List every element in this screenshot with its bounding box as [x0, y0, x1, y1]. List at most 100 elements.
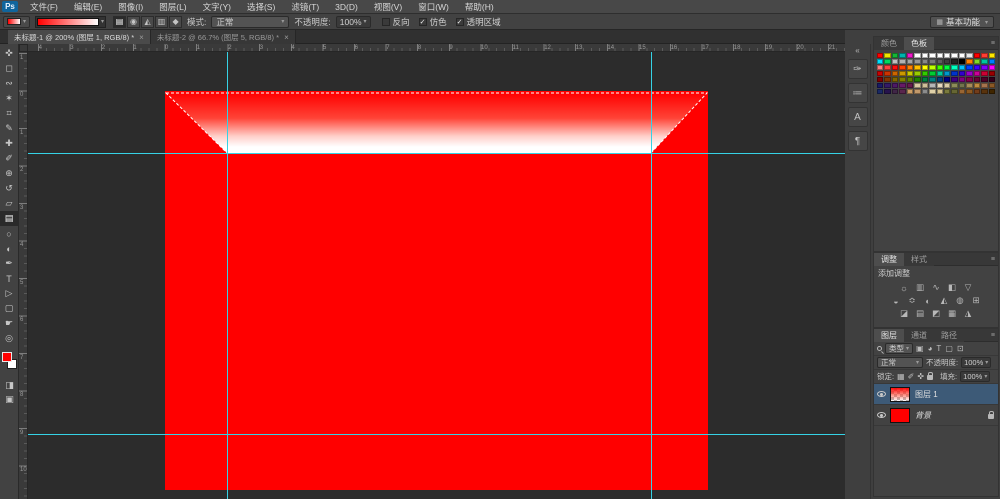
pasteboard[interactable] [28, 52, 845, 499]
color-swatch[interactable] [884, 83, 890, 88]
zoom-tool[interactable]: ◎ [0, 331, 18, 346]
guide-horizontal-bottom[interactable] [28, 434, 845, 435]
brush-presets-icon[interactable]: ✑ [848, 59, 868, 79]
color-swatch[interactable] [929, 71, 935, 76]
color-swatch[interactable] [951, 59, 957, 64]
swatches-tab[interactable]: 色板 [904, 37, 934, 50]
color-swatch[interactable] [959, 71, 965, 76]
color-swatch[interactable] [974, 71, 980, 76]
layer-row[interactable]: 背景 [874, 405, 998, 426]
color-swatch[interactable] [929, 89, 935, 94]
menu-item[interactable]: 帮助(H) [457, 2, 502, 12]
color-swatch[interactable] [944, 59, 950, 64]
color-swatch[interactable] [907, 71, 913, 76]
color-swatch[interactable] [922, 59, 928, 64]
layer-fill-input[interactable]: 100% ▾ [960, 371, 990, 382]
menu-item[interactable]: 文字(Y) [195, 2, 239, 12]
color-swatch[interactable] [966, 83, 972, 88]
color-swatch[interactable] [966, 71, 972, 76]
menu-item[interactable]: 编辑(E) [66, 2, 110, 12]
brightness-contrast-icon[interactable]: ☼ [898, 282, 911, 293]
color-swatch[interactable] [877, 83, 883, 88]
color-swatch[interactable] [899, 59, 905, 64]
transparency-checkbox[interactable]: ✓透明区域 [456, 16, 501, 28]
rectangular-marquee-tool[interactable]: ◻ [0, 61, 18, 76]
color-swatch[interactable] [899, 89, 905, 94]
color-swatch[interactable] [907, 65, 913, 70]
color-swatch[interactable] [944, 89, 950, 94]
blend-mode-select[interactable]: 正常 ▾ [211, 16, 289, 28]
color-swatch[interactable] [914, 89, 920, 94]
color-swatch[interactable] [907, 53, 913, 58]
color-swatch[interactable] [989, 59, 995, 64]
color-swatch[interactable] [884, 89, 890, 94]
color-swatch[interactable] [989, 65, 995, 70]
color-swatch[interactable] [899, 65, 905, 70]
color-swatch[interactable] [951, 53, 957, 58]
spot-healing-brush-tool[interactable]: ✚ [0, 136, 18, 151]
hand-tool[interactable]: ☛ [0, 316, 18, 331]
screen-mode-icon[interactable]: ▣ [0, 392, 19, 406]
adjustments-tab[interactable]: 调整 [874, 253, 904, 266]
guide-vertical-right[interactable] [651, 52, 652, 499]
gradient-picker[interactable]: ▾ [35, 16, 106, 28]
color-lookup-icon[interactable]: ⊞ [970, 295, 983, 306]
gradient-tool[interactable]: ▤ [0, 211, 18, 226]
radial-gradient-button[interactable]: ◉ [127, 16, 140, 28]
color-swatch[interactable] [959, 77, 965, 82]
color-balance-icon[interactable]: ≎ [906, 295, 919, 306]
vertical-ruler[interactable]: 1012345678910 [19, 52, 28, 499]
panel-menu-icon[interactable]: ≡ [991, 256, 995, 263]
color-swatch[interactable] [937, 77, 943, 82]
color-swatch[interactable] [937, 71, 943, 76]
panel-menu-icon[interactable]: ≡ [991, 332, 995, 339]
color-swatch[interactable] [981, 89, 987, 94]
color-swatch[interactable] [981, 71, 987, 76]
color-swatch[interactable] [929, 83, 935, 88]
character-icon[interactable]: A [848, 107, 868, 127]
channel-mixer-icon[interactable]: ◍ [954, 295, 967, 306]
color-swatch[interactable] [959, 83, 965, 88]
color-swatch[interactable] [974, 59, 980, 64]
menu-item[interactable]: 图层(L) [151, 2, 194, 12]
color-swatch[interactable] [959, 59, 965, 64]
exposure-icon[interactable]: ◧ [946, 282, 959, 293]
color-swatch[interactable] [944, 83, 950, 88]
color-swatch[interactable] [922, 89, 928, 94]
color-swatch[interactable] [974, 65, 980, 70]
menu-item[interactable]: 视图(V) [366, 2, 410, 12]
color-swatch[interactable] [907, 89, 913, 94]
panel-menu-icon[interactable]: ≡ [991, 40, 995, 47]
color-swatch[interactable] [974, 83, 980, 88]
color-swatch[interactable] [877, 53, 883, 58]
color-swatch[interactable] [974, 77, 980, 82]
canvas[interactable] [165, 91, 708, 490]
color-swatch[interactable] [929, 77, 935, 82]
angle-gradient-button[interactable]: ◭ [141, 16, 154, 28]
color-swatch[interactable] [951, 89, 957, 94]
color-swatch[interactable] [937, 53, 943, 58]
layers-tab[interactable]: 通道 [904, 329, 934, 342]
color-swatch[interactable] [981, 59, 987, 64]
adjustments-tab[interactable]: 样式 [904, 253, 934, 266]
color-swatch[interactable] [892, 65, 898, 70]
color-swatch[interactable] [892, 53, 898, 58]
color-swatch[interactable] [892, 83, 898, 88]
black-white-icon[interactable]: ◐ [922, 295, 935, 306]
layers-tab[interactable]: 路径 [934, 329, 964, 342]
guide-horizontal-top[interactable] [28, 153, 845, 154]
blur-tool[interactable]: ○ [0, 226, 18, 241]
paragraph-icon[interactable]: ¶ [848, 131, 868, 151]
color-swatch[interactable] [937, 65, 943, 70]
selective-color-icon[interactable]: ◮ [962, 308, 975, 319]
color-swatch[interactable] [922, 53, 928, 58]
color-swatch[interactable] [989, 83, 995, 88]
workspace-switcher[interactable]: ▦ 基本功能 ▾ [930, 16, 994, 28]
color-swatch[interactable] [929, 65, 935, 70]
color-swatch[interactable] [937, 59, 943, 64]
color-swatch[interactable] [884, 77, 890, 82]
color-swatch[interactable] [877, 77, 883, 82]
color-swatch[interactable] [892, 59, 898, 64]
color-swatch[interactable] [966, 77, 972, 82]
posterize-icon[interactable]: ▤ [914, 308, 927, 319]
